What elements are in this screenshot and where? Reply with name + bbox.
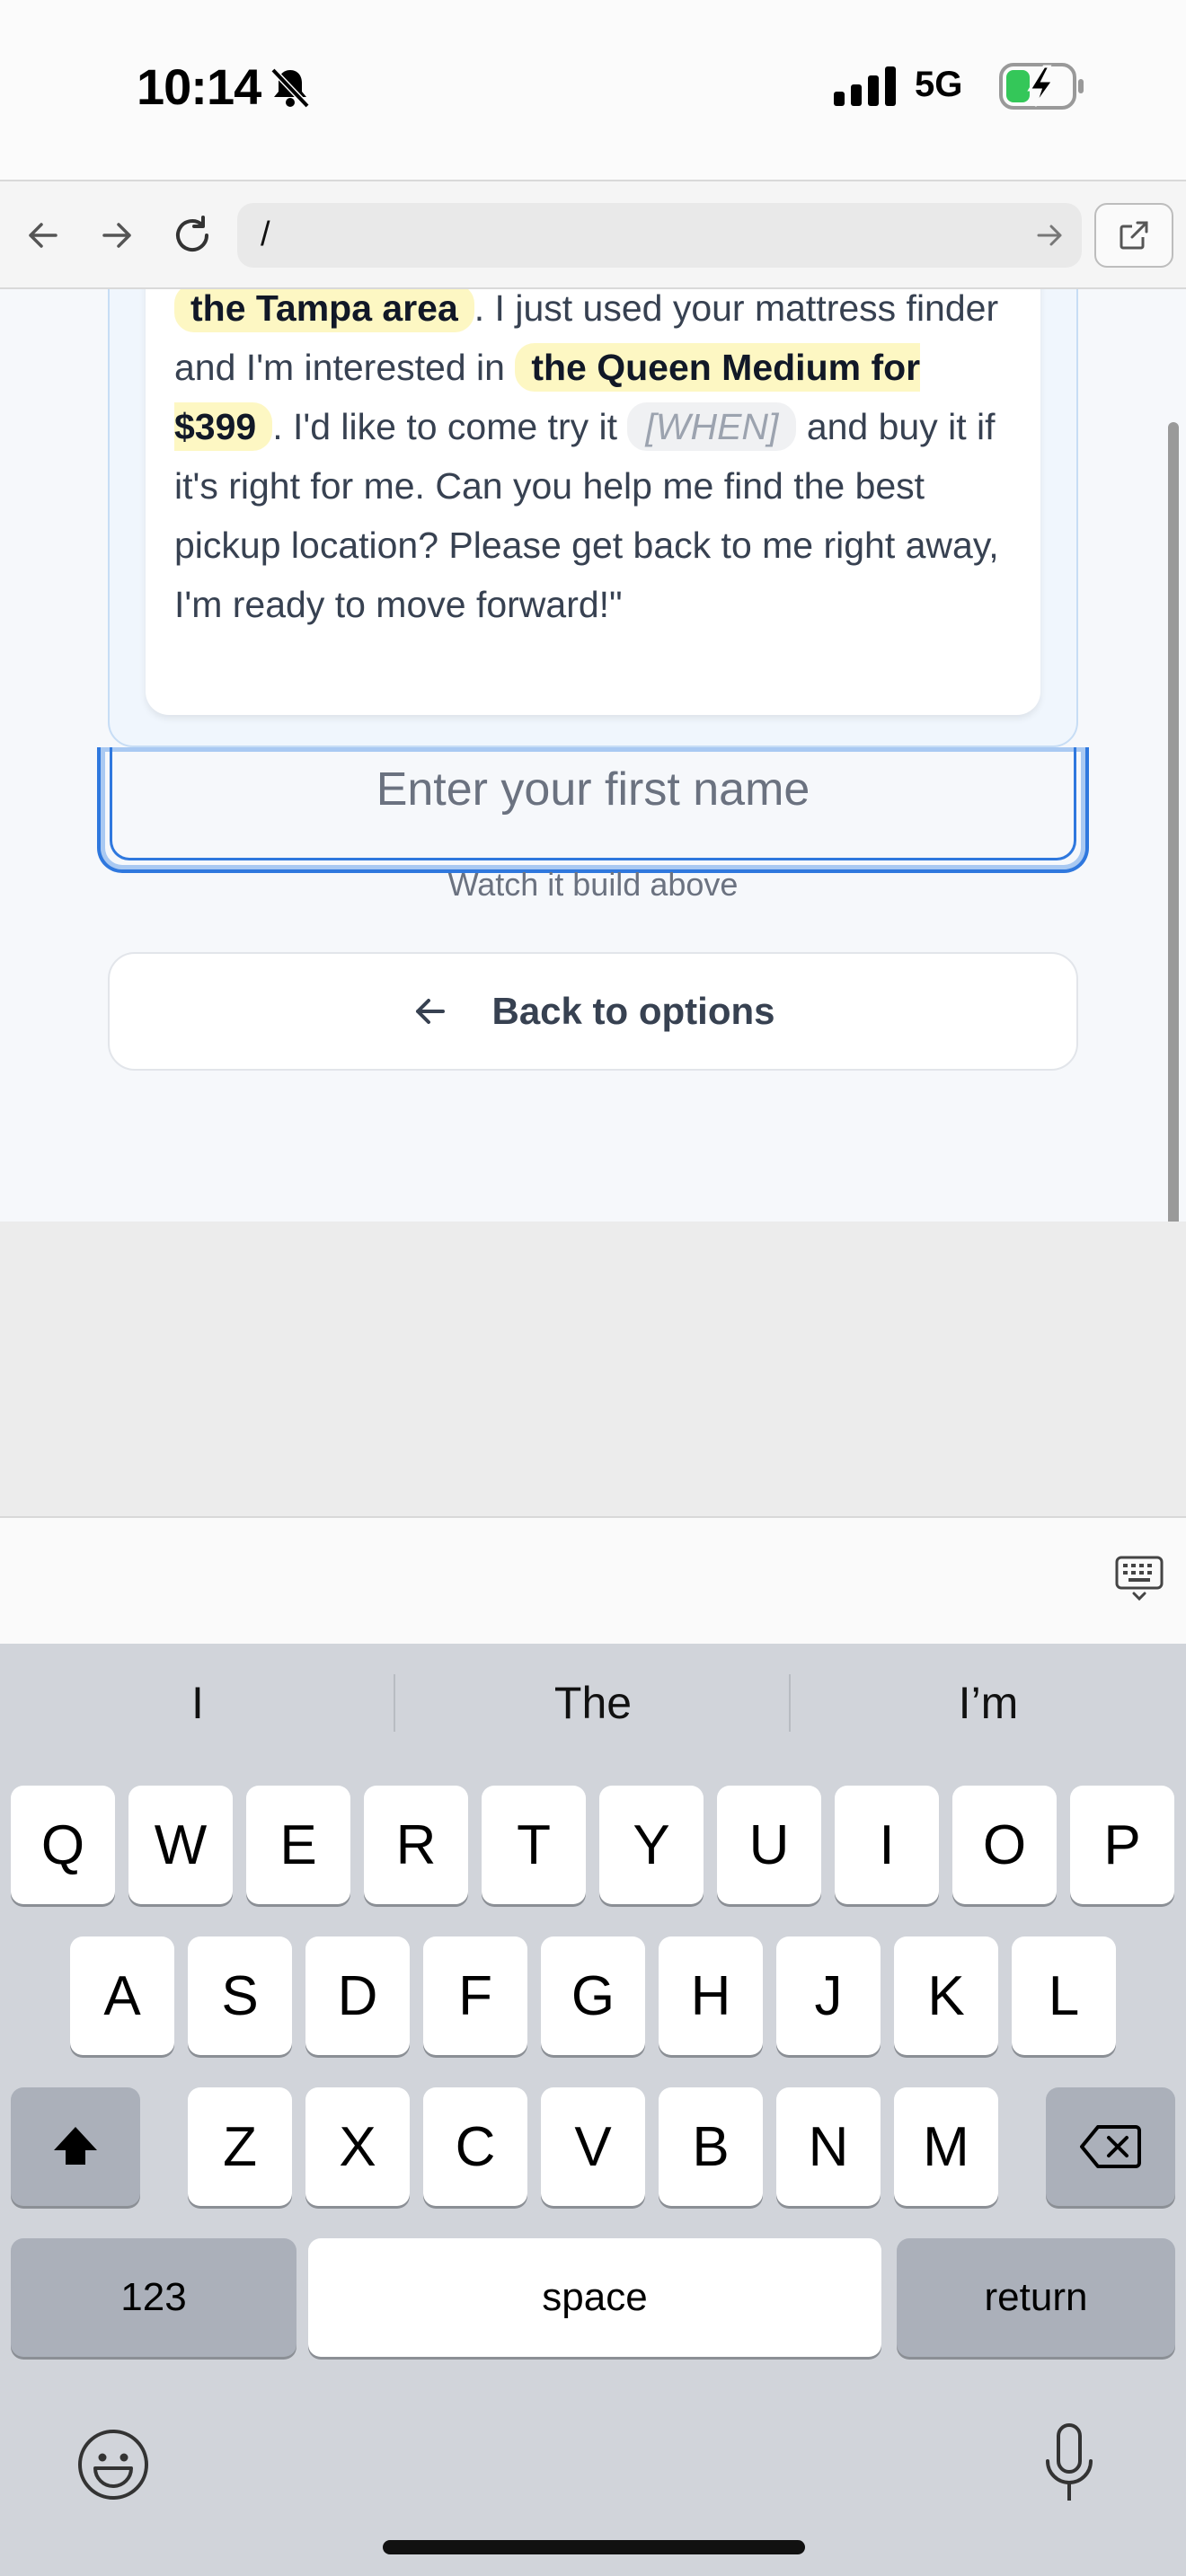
status-bar: 10:14 5G [0, 0, 1186, 180]
back-to-options-label: Back to options [491, 990, 775, 1032]
key-e[interactable]: E [246, 1786, 350, 1904]
message-preview: the Tampa area. I just used your mattres… [146, 289, 1040, 715]
key-d[interactable]: D [305, 1936, 410, 2055]
key-q[interactable]: Q [11, 1786, 115, 1904]
keyboard-dismiss-icon[interactable] [1114, 1552, 1164, 1602]
key-v[interactable]: V [541, 2087, 645, 2206]
suggestion-item[interactable]: I [0, 1671, 395, 1735]
highlight-location: the Tampa area [174, 289, 474, 332]
predictive-suggestions: I The I’m [0, 1671, 1186, 1735]
status-time: 10:14 [137, 58, 261, 115]
key-l[interactable]: L [1012, 1936, 1116, 2055]
key-w[interactable]: W [128, 1786, 233, 1904]
key-s[interactable]: S [188, 1936, 292, 2055]
emoji-icon[interactable] [75, 2427, 151, 2502]
network-label: 5G [915, 65, 963, 104]
shift-key[interactable] [11, 2087, 140, 2206]
key-z[interactable]: Z [188, 2087, 292, 2206]
key-f[interactable]: F [423, 1936, 527, 2055]
battery-charging-icon [999, 63, 1084, 110]
open-external-button[interactable] [1094, 203, 1173, 268]
placeholder-when: [WHEN] [627, 402, 797, 451]
open-external-icon [1120, 221, 1148, 250]
page-scrollbar[interactable] [1168, 422, 1179, 1338]
bell-slash-icon [270, 67, 310, 109]
url-bar[interactable]: / [237, 203, 1082, 268]
back-arrow-icon[interactable] [14, 207, 72, 264]
message-text: the Tampa area. I just used your mattres… [174, 289, 1028, 634]
numbers-key[interactable]: 123 [11, 2238, 296, 2357]
key-k[interactable]: K [894, 1936, 998, 2055]
key-r[interactable]: R [364, 1786, 468, 1904]
build-hint: Watch it build above [447, 866, 739, 903]
microphone-icon[interactable] [1040, 2422, 1098, 2508]
key-i[interactable]: I [835, 1786, 939, 1904]
key-n[interactable]: N [776, 2087, 881, 2206]
key-b[interactable]: B [659, 2087, 763, 2206]
backspace-icon [1080, 2125, 1141, 2168]
message-text-segment: . I'd like to come try it [272, 406, 628, 447]
key-a[interactable]: A [70, 1936, 174, 2055]
key-y[interactable]: Y [599, 1786, 704, 1904]
message-preview-card: the Tampa area. I just used your mattres… [108, 289, 1078, 747]
back-to-options-button[interactable]: Back to options [108, 952, 1078, 1071]
suggestion-item[interactable]: The [395, 1671, 791, 1735]
go-arrow-icon[interactable] [1033, 219, 1066, 251]
home-indicator [383, 2540, 805, 2554]
first-name-field-frame [110, 747, 1076, 860]
viewport-padding [0, 1222, 1186, 1516]
first-name-input[interactable] [112, 747, 1074, 858]
return-key[interactable]: return [897, 2238, 1175, 2357]
signal-icon [834, 66, 896, 106]
key-o[interactable]: O [952, 1786, 1057, 1904]
key-p[interactable]: P [1070, 1786, 1174, 1904]
key-x[interactable]: X [305, 2087, 410, 2206]
arrow-left-icon [416, 999, 446, 1024]
onscreen-keyboard: I The I’m Q W E R T Y U I O P A S D F G … [0, 1644, 1186, 2576]
first-name-field[interactable] [97, 747, 1089, 873]
url-text: / [261, 216, 270, 253]
key-g[interactable]: G [541, 1936, 645, 2055]
key-m[interactable]: M [894, 2087, 998, 2206]
suggestion-item[interactable]: I’m [791, 1671, 1186, 1735]
keyboard-accessory-bar [0, 1516, 1186, 1644]
reload-icon[interactable] [164, 207, 221, 264]
key-h[interactable]: H [659, 1936, 763, 2055]
key-u[interactable]: U [717, 1786, 821, 1904]
key-j[interactable]: J [776, 1936, 881, 2055]
key-t[interactable]: T [482, 1786, 586, 1904]
forward-arrow-icon[interactable] [88, 207, 146, 264]
delete-key[interactable] [1046, 2087, 1175, 2206]
page-content: the Tampa area. I just used your mattres… [0, 289, 1186, 1222]
browser-toolbar: / [0, 180, 1186, 289]
space-key[interactable]: space [308, 2238, 881, 2357]
shift-icon [54, 2127, 97, 2165]
key-c[interactable]: C [423, 2087, 527, 2206]
